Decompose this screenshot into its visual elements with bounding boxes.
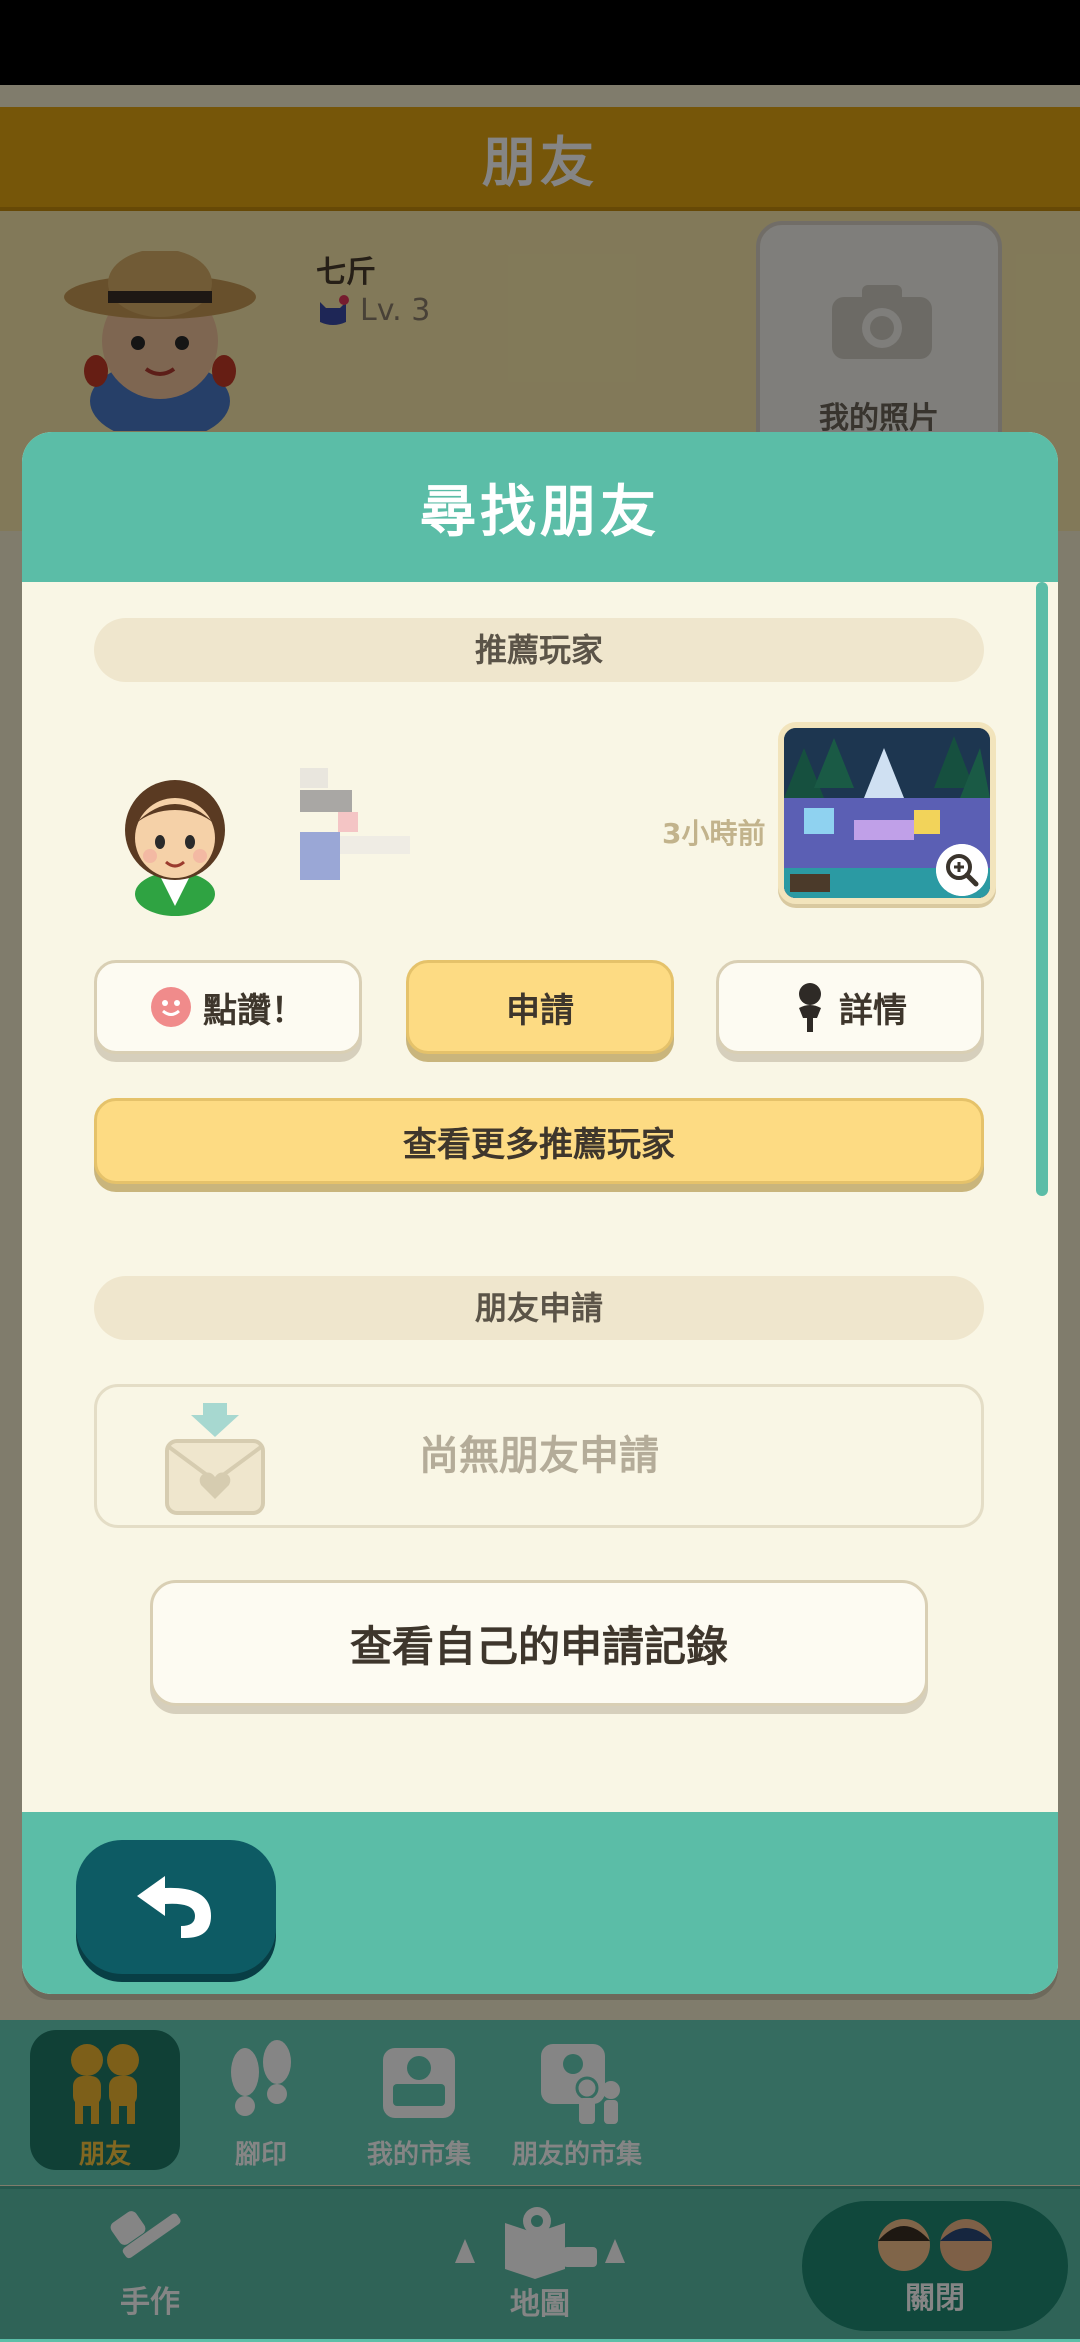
dialog-footer [22, 1812, 1058, 1994]
friend-request-section-header: 朋友申請 [94, 1276, 984, 1340]
details-button[interactable]: 詳情 [716, 960, 984, 1054]
no-requests-text: 尚無朋友申請 [419, 1433, 659, 1479]
view-my-requests-button[interactable]: 查看自己的申請記錄 [150, 1580, 928, 1706]
dialog-header: 尋找朋友 [22, 432, 1058, 582]
apply-label: 申請 [506, 990, 574, 1031]
island-photo-thumbnail[interactable] [778, 722, 996, 904]
dialog-title: 尋找朋友 [420, 479, 660, 545]
details-label: 詳情 [839, 990, 907, 1031]
like-label: 點讚！ [203, 990, 305, 1031]
apply-button[interactable]: 申請 [406, 960, 674, 1054]
person-icon [799, 983, 821, 1032]
zoom-in-icon[interactable] [936, 844, 988, 896]
back-button[interactable] [76, 1840, 276, 1974]
like-button[interactable]: 點讚！ [94, 960, 362, 1054]
last-active-time: 3小時前 [662, 817, 766, 850]
empty-requests-box: 尚無朋友申請 [94, 1384, 984, 1528]
smile-icon [151, 987, 191, 1027]
player-name-redacted [300, 768, 410, 880]
more-recommended-button[interactable]: 查看更多推薦玩家 [94, 1098, 984, 1184]
back-arrow-icon [137, 1876, 211, 1938]
dialog-body: 推薦玩家 3小時前 點讚！ 申請 詳情 查看更多推薦玩家 朋友申請 尚無朋友申請… [22, 582, 1058, 1812]
recommended-section-header: 推薦玩家 [94, 618, 984, 682]
recommended-player-avatar[interactable] [108, 766, 242, 916]
find-friends-dialog: 尋找朋友 推薦玩家 3小時前 點讚！ 申請 詳情 查看更多推薦玩家 朋友申請 尚… [22, 432, 1058, 1994]
